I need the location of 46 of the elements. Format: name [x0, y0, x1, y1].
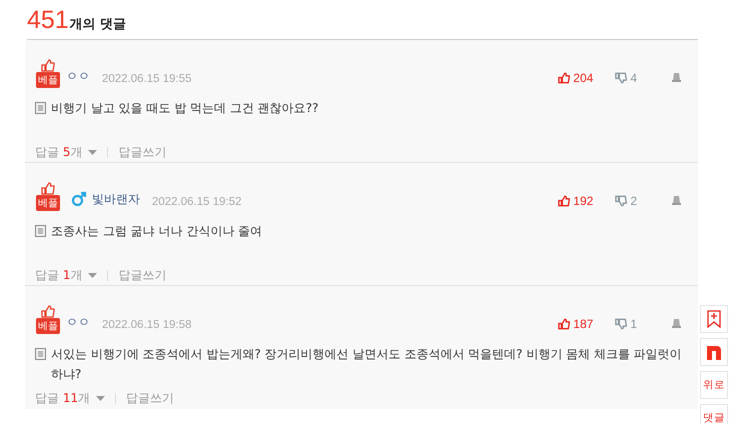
- dislike-count: 1: [630, 317, 637, 331]
- caret-icon[interactable]: [88, 273, 98, 278]
- logo-icon[interactable]: [706, 344, 722, 360]
- write-reply-link[interactable]: 답글쓰기: [126, 390, 174, 407]
- memo-icon: [35, 102, 46, 114]
- thumbs-down-icon[interactable]: [615, 72, 628, 84]
- username[interactable]: ㅇㅇ: [66, 68, 90, 85]
- memo-icon: [35, 225, 46, 237]
- thumbs-down-icon[interactable]: [615, 318, 628, 330]
- username[interactable]: 빛바랜자: [92, 191, 140, 208]
- thumbs-down-icon[interactable]: [615, 195, 628, 207]
- comment-text: 비행기 날고 있을 때도 밥 먹는데 그건 괜찮아요??: [51, 100, 318, 117]
- thumbs-up-icon: [41, 182, 55, 195]
- report-icon[interactable]: [671, 318, 682, 329]
- thumbs-up-icon[interactable]: [558, 72, 570, 84]
- comment-date: 2022.06.15 19:58: [102, 319, 192, 331]
- comment-text: 조종사는 그럼 굶냐 너나 간식이나 줄여: [51, 223, 262, 240]
- thumbs-up-icon: [41, 59, 55, 72]
- thumbs-up-icon[interactable]: [558, 195, 570, 207]
- best-badge: 베플: [36, 318, 60, 334]
- comment-count: 451: [27, 6, 69, 35]
- replies-toggle[interactable]: 답글 1개: [35, 267, 82, 284]
- write-reply-link[interactable]: 답글쓰기: [118, 267, 166, 284]
- best-badge: 베플: [36, 72, 60, 88]
- comments-heading: 개의 댓글: [70, 16, 126, 33]
- caret-icon[interactable]: [96, 396, 106, 401]
- caret-icon[interactable]: [88, 150, 98, 155]
- bookmark-icon[interactable]: [707, 310, 721, 328]
- comment-date: 2022.06.15 19:55: [102, 73, 192, 85]
- thumbs-up-icon: [41, 305, 55, 318]
- like-count: 192: [573, 194, 594, 208]
- like-count: 187: [573, 317, 594, 331]
- dislike-count: 4: [630, 71, 637, 85]
- like-count: 204: [573, 71, 594, 85]
- thumbs-up-icon[interactable]: [558, 318, 570, 330]
- comment-text: 서있는 비행기에 조종석에서 밥는게왜? 장거리비행에선 날면서도 조종석에서 먹을텐데? 비행기 몸체 체크를 파일럿이 하냐?: [51, 346, 683, 383]
- comment-date: 2022.06.15 19:52: [152, 196, 242, 208]
- replies-toggle[interactable]: 답글 5개: [35, 144, 82, 161]
- report-icon[interactable]: [671, 72, 682, 83]
- dislike-count: 2: [630, 194, 637, 208]
- report-icon[interactable]: [671, 195, 682, 206]
- write-reply-link[interactable]: 답글쓰기: [118, 144, 166, 161]
- username[interactable]: ㅇㅇ: [66, 314, 90, 331]
- memo-icon: [35, 348, 46, 360]
- replies-toggle[interactable]: 답글 11개: [35, 390, 90, 407]
- best-badge: 베플: [36, 195, 60, 211]
